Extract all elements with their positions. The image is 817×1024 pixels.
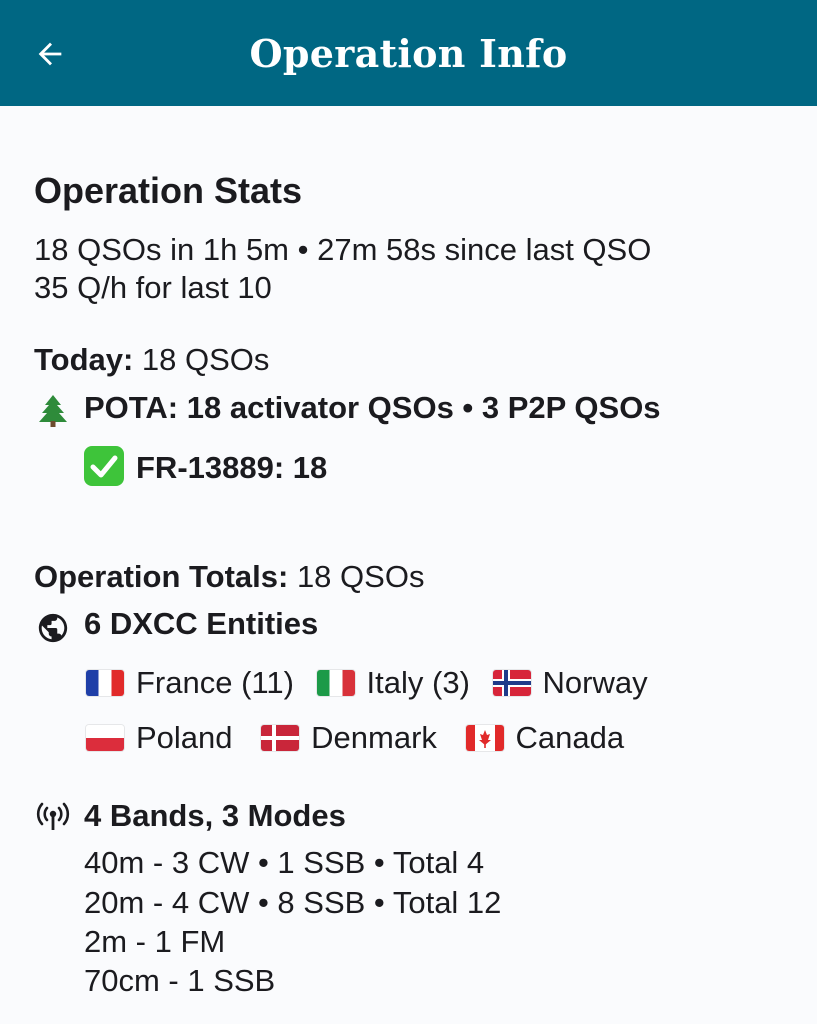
band-row: 2m - 1 FM	[84, 924, 226, 959]
check-mark-icon	[84, 446, 124, 486]
park-count: FR-13889: 18	[136, 450, 328, 485]
totals-value: 18 QSOs	[288, 559, 425, 594]
country-item: Canada	[465, 719, 624, 757]
pota-summary: POTA: 18 activator QSOs • 3 P2P QSOs	[84, 390, 661, 425]
stats-line-2: 35 Q/h for last 10	[34, 270, 272, 305]
today-row: Today: 18 QSOs	[34, 341, 269, 379]
flag-denmark-icon	[261, 725, 300, 751]
app-bar: Operation Info	[0, 0, 817, 106]
country-item: Poland	[86, 719, 233, 757]
dxcc-summary: 6 DXCC Entities	[84, 606, 319, 641]
park-row: FR-13889: 18	[84, 446, 327, 487]
flag-canada-icon	[465, 725, 504, 751]
country-item: Norway	[492, 664, 648, 702]
totals-row: Operation Totals: 18 QSOs	[34, 558, 424, 596]
flag-norway-icon	[492, 670, 531, 696]
today-label: Today:	[34, 342, 134, 377]
globe-icon	[36, 611, 70, 645]
page-title: Operation Info	[249, 31, 568, 76]
today-value: 18 QSOs	[133, 342, 270, 377]
band-row: 40m - 3 CW • 1 SSB • Total 4	[84, 845, 485, 880]
country-item: Italy (3)	[316, 664, 470, 702]
evergreen-tree-icon	[36, 394, 70, 428]
stats-heading: Operation Stats	[34, 170, 303, 211]
flag-italy-icon	[316, 670, 355, 696]
countries-row-1: France (11) Italy (3) Norway	[86, 664, 662, 702]
totals-label: Operation Totals:	[34, 559, 289, 594]
flag-poland-icon	[86, 725, 124, 751]
stats-line-1: 18 QSOs in 1h 5m • 27m 58s since last QS…	[34, 232, 652, 267]
countries-row-2: Poland Denmark Canada	[86, 719, 638, 757]
country-item: France (11)	[86, 664, 294, 702]
band-row: 20m - 4 CW • 8 SSB • Total 12	[84, 885, 502, 920]
flag-france-icon	[86, 670, 124, 696]
antenna-icon	[36, 801, 70, 835]
country-item: Denmark	[261, 719, 437, 757]
band-row: 70cm - 1 SSB	[84, 963, 276, 998]
bands-modes-summary: 4 Bands, 3 Modes	[84, 798, 346, 833]
